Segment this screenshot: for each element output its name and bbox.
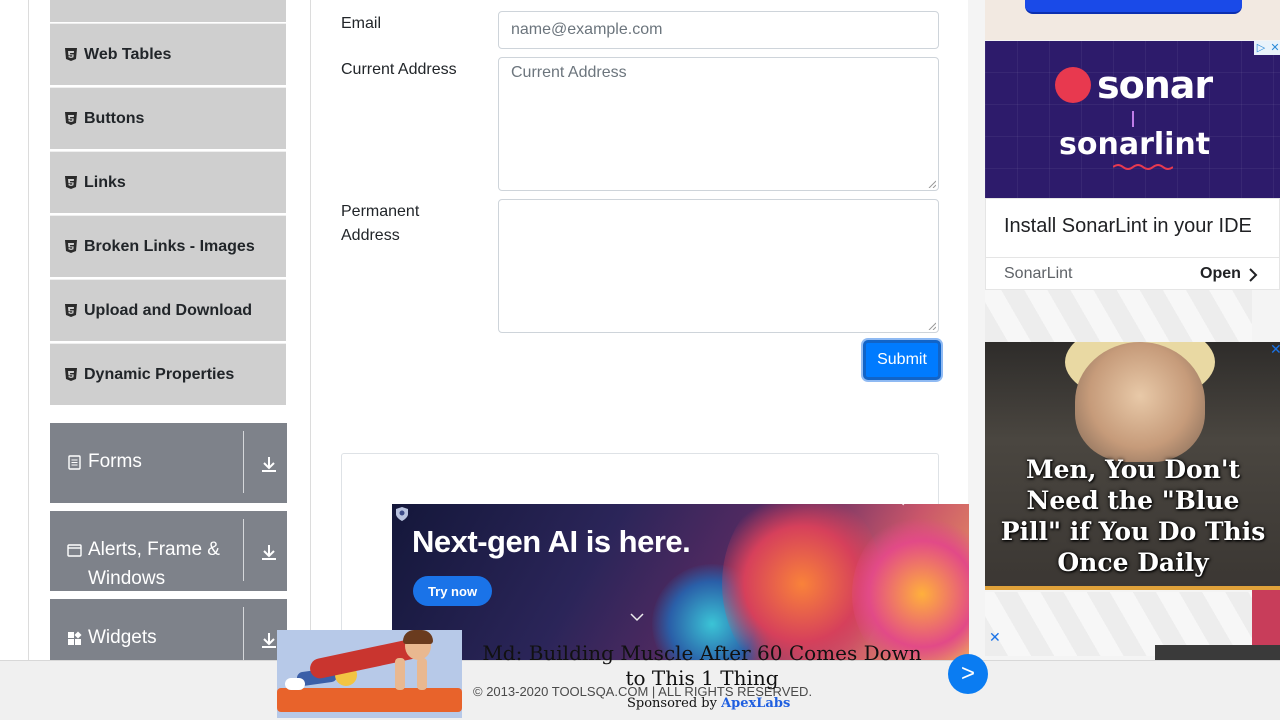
ad-art (395, 658, 405, 690)
email-placeholder: name@example.com (511, 21, 663, 38)
submit-button[interactable]: Submit (863, 340, 941, 380)
sonar-logo-icon (1055, 67, 1091, 103)
sidebar-item-dynamic-properties[interactable]: Dynamic Properties (50, 343, 286, 405)
men-ad-text: Men, You Don't Need the "Blue Pill" if Y… (1000, 455, 1266, 577)
sponsored-prefix: Sponsored by (627, 696, 717, 711)
widgets-icon (67, 631, 82, 646)
sidebar-item-label: Dynamic Properties (84, 365, 235, 383)
muscle-ad-text[interactable]: Md: Building Muscle After 60 Comes Down … (476, 641, 928, 691)
sidebar-item-label: Broken Links - Images (84, 237, 255, 255)
html5-icon (65, 48, 77, 61)
sidebar-item-web-tables[interactable]: Web Tables (50, 23, 286, 85)
sonar-ad-text[interactable]: Install SonarLint in your IDE SonarLint … (985, 198, 1280, 290)
ad-art (403, 630, 433, 644)
sidebar-item-label: Upload and Download (84, 301, 252, 319)
group-separator (243, 519, 244, 581)
adchoices-icon[interactable]: ▷ (1254, 41, 1268, 55)
sidebar-item-label: Links (84, 173, 126, 191)
left-border (28, 0, 29, 720)
sidebar-item-links[interactable]: Links (50, 151, 286, 213)
pushup-ad-image[interactable] (277, 630, 462, 718)
sponsored-by: Sponsored by ApexLabs (627, 696, 790, 711)
ad-photo-face (1075, 342, 1205, 462)
ad-art (872, 504, 969, 660)
html5-icon (65, 176, 77, 189)
permanent-address-field[interactable] (498, 199, 939, 333)
sonarlint-underline-icon (1113, 164, 1173, 170)
group-label: Widgets (88, 627, 157, 648)
sidebar-item-label: Buttons (84, 109, 145, 127)
ad-top-button[interactable] (1025, 0, 1242, 14)
ad-edge-image (1252, 590, 1280, 645)
sidebar-item-partial[interactable] (50, 0, 286, 22)
group-label: Forms (88, 451, 142, 472)
sonar-headline: Install SonarLint in your IDE (1004, 215, 1252, 237)
ad-background-pattern (985, 290, 1252, 342)
email-field[interactable]: name@example.com (498, 11, 939, 49)
download-icon[interactable] (260, 455, 278, 473)
html5-icon (65, 112, 77, 125)
current-address-label: Current Address (341, 61, 457, 78)
chevron-right-icon (1249, 268, 1258, 282)
resize-grip-icon[interactable] (928, 180, 936, 188)
group-label: Alerts, Frame & Windows (88, 539, 220, 589)
sonar-brand: SonarLint (1004, 265, 1073, 282)
email-label: Email (341, 15, 382, 32)
sonar-ad-image[interactable]: sonar sonarlint (985, 41, 1280, 198)
main-border (310, 0, 311, 720)
sponsor-brand[interactable]: ApexLabs (721, 696, 790, 711)
ad-art (277, 688, 462, 712)
men-ad-close-icon[interactable]: ✕ (1270, 341, 1280, 358)
group-separator (243, 431, 244, 493)
ad-top-partial[interactable] (985, 0, 1280, 40)
ad-art (417, 658, 427, 690)
try-now-button[interactable]: Try now (413, 576, 492, 606)
resize-grip-icon[interactable] (928, 322, 936, 330)
sonar-divider (986, 257, 1279, 258)
current-address-field[interactable]: Current Address (498, 57, 939, 191)
shield-icon (396, 507, 408, 521)
sonar-connector (1132, 111, 1134, 127)
sonar-open-button[interactable]: Open (1200, 265, 1241, 283)
sidebar-item-label: Web Tables (84, 45, 172, 63)
sidebar-item-buttons[interactable]: Buttons (50, 87, 286, 149)
chevron-down-icon[interactable] (629, 612, 645, 622)
download-icon[interactable] (260, 543, 278, 561)
html5-icon (65, 240, 77, 253)
download-icon[interactable] (260, 631, 278, 649)
group-forms[interactable]: Forms (50, 423, 287, 503)
sidebar-item-upload-download[interactable]: Upload and Download (50, 279, 286, 341)
ad-close-icon[interactable]: ✕ (1268, 41, 1280, 55)
sonarlint-logo-text: sonarlint (1059, 127, 1211, 162)
permanent-address-label: Permanent Address (341, 203, 420, 244)
ad-edge-image (1155, 645, 1280, 660)
html5-icon (65, 368, 77, 381)
current-address-placeholder: Current Address (511, 64, 627, 81)
ad-art (285, 678, 305, 690)
men-ad[interactable]: Men, You Don't Need the "Blue Pill" if Y… (985, 342, 1280, 590)
next-arrow-button[interactable]: > (948, 654, 988, 694)
sidebar-item-broken-links[interactable]: Broken Links - Images (50, 215, 286, 277)
form-icon (67, 455, 82, 470)
ai-ad-headline: Next-gen AI is here. (412, 524, 691, 559)
html5-icon (65, 304, 77, 317)
group-alerts-frame-windows[interactable]: Alerts, Frame & Windows (50, 511, 287, 591)
ai-ad[interactable]: Next-gen AI is here. Try now (392, 504, 969, 660)
bottom-ad-close-icon[interactable]: ✕ (989, 629, 1001, 646)
sonar-logo-text: sonar (1097, 63, 1213, 107)
window-icon (67, 543, 82, 558)
